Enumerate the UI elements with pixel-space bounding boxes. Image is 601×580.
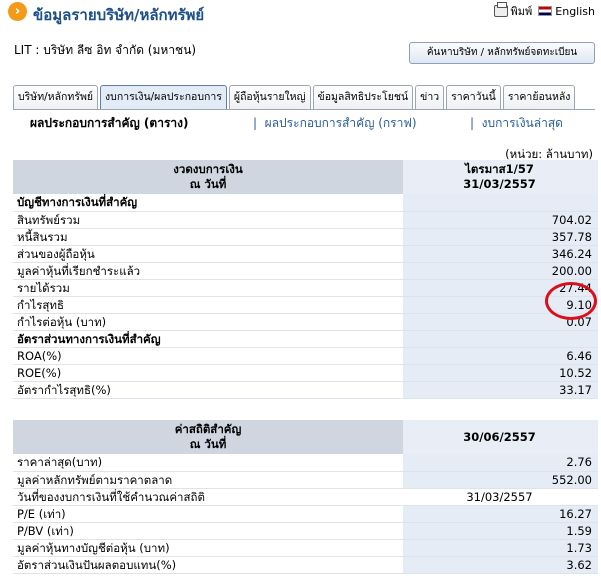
tab-benefits[interactable]: ข้อมูลสิทธิประโยชน์ <box>312 85 414 109</box>
section-arrow-icon: › <box>8 2 27 21</box>
red-annotation-circle <box>545 282 597 320</box>
page-header: › ข้อมูลรายบริษัท/หลักทรัพย์ พิมพ์ Engli… <box>0 0 601 26</box>
table-row: ROA(%) 6.46 <box>13 347 598 365</box>
table-row: หนี้สินรวม 357.78 <box>13 228 598 246</box>
page-title: ข้อมูลรายบริษัท/หลักทรัพย์ <box>33 6 205 24</box>
printer-icon <box>493 2 508 17</box>
section-heading: บัญชีทางการเงินที่สำคัญ <box>13 194 598 212</box>
tab-major-shareholders[interactable]: ผู้ถือหุ้นรายใหญ่ <box>228 85 311 109</box>
table-header-row: ค่าสถิติสำคัญณ วันที่ 30/06/2557 <box>13 420 598 454</box>
table-row: วันที่ของงบการเงินที่ใช้คำนวณค่าสถิติ 31/… <box>13 488 598 506</box>
tab-underline <box>13 109 595 110</box>
table-row: อัตรากำไรสุทธิ(%) 33.17 <box>13 381 598 399</box>
subnav-table: ผลประกอบการสำคัญ (ตาราง) <box>30 116 189 130</box>
company-name: LIT : บริษัท ลีซ อิท จำกัด (มหาชน) <box>14 43 197 57</box>
tab-news[interactable]: ข่าว <box>415 85 445 109</box>
table-row: กำไรต่อหุ้น (บาท) 0.07 <box>13 313 598 331</box>
table-row: ส่วนของผู้ถือหุ้น 346.24 <box>13 245 598 263</box>
table-row: P/E (เท่า) 16.27 <box>13 505 598 523</box>
stats-date: 30/06/2557 <box>403 420 598 454</box>
search-company-button[interactable]: ค้นหาบริษัท / หลักทรัพย์จดทะเบียน <box>409 42 595 64</box>
section-heading: อัตราส่วนทางการเงินที่สำคัญ <box>13 330 598 348</box>
table-row: ราคาล่าสุด(บาท) 2.76 <box>13 454 598 472</box>
print-link[interactable]: พิมพ์ <box>493 2 532 20</box>
period-header: งวดงบการเงินณ วันที่ <box>13 160 403 194</box>
financials-table: งวดงบการเงินณ วันที่ ไตรมาส1/57 31/03/255… <box>13 160 598 399</box>
tab-historical-price[interactable]: ราคาย้อนหลัง <box>502 85 576 109</box>
subnav-latest[interactable]: | งบการเงินล่าสุด <box>470 114 563 133</box>
table-row: สินทรัพย์รวม 704.02 <box>13 211 598 229</box>
table-row: รายได้รวม 27.44 <box>13 279 598 297</box>
subnav-graph[interactable]: | ผลประกอบการสำคัญ (กราฟ) <box>253 114 417 133</box>
table-row: กำไรสุทธิ 9.10 <box>13 296 598 314</box>
english-link[interactable]: English <box>538 5 595 18</box>
tab-financials[interactable]: งบการเงิน/ผลประกอบการ <box>100 85 227 109</box>
table-header-row: งวดงบการเงินณ วันที่ ไตรมาส1/57 31/03/255… <box>13 160 598 194</box>
header-links: พิมพ์ English <box>493 2 595 20</box>
stats-header: ค่าสถิติสำคัญณ วันที่ <box>13 420 403 454</box>
table-row: มูลค่าหุ้นทางบัญชีต่อหุ้น (บาท) 1.73 <box>13 539 598 557</box>
main-tabs: บริษัท/หลักทรัพย์ งบการเงิน/ผลประกอบการ … <box>13 85 577 110</box>
uk-flag-icon <box>538 6 553 16</box>
statistics-table: ค่าสถิติสำคัญณ วันที่ 30/06/2557 ราคาล่า… <box>13 420 598 574</box>
table-row: มูลค่าหุ้นที่เรียกชำระแล้ว 200.00 <box>13 262 598 280</box>
table-row: ROE(%) 10.52 <box>13 364 598 382</box>
table-row: อัตราส่วนเงินปันผลตอบแทน(%) 3.62 <box>13 556 598 574</box>
period-value: ไตรมาส1/57 31/03/2557 <box>403 160 598 194</box>
table-row: P/BV (เท่า) 1.59 <box>13 522 598 540</box>
tab-company[interactable]: บริษัท/หลักทรัพย์ <box>13 85 99 109</box>
table-row: มูลค่าหลักทรัพย์ตามราคาตลาด 552.00 <box>13 471 598 489</box>
tab-today-price[interactable]: ราคาวันนี้ <box>446 85 501 109</box>
